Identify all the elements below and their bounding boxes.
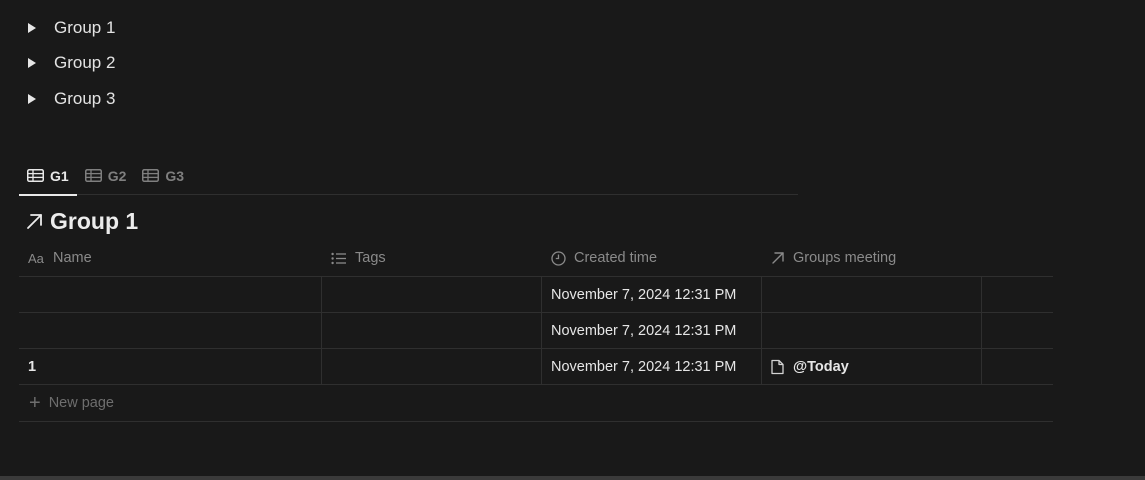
toggle-label: Group 3 xyxy=(54,88,116,108)
cell-created-time: November 7, 2024 12:31 PM xyxy=(542,277,762,312)
table-row[interactable]: November 7, 2024 12:31 PM xyxy=(19,313,1053,349)
new-page-button[interactable]: + New page xyxy=(19,385,1053,422)
cell-tags[interactable] xyxy=(322,313,542,348)
toggle-label: Group 2 xyxy=(54,53,116,73)
tab-g3[interactable]: G3 xyxy=(134,156,192,195)
cell-spacer xyxy=(982,277,1053,312)
arrow-up-right-icon xyxy=(772,252,784,264)
text-aa-icon: Aa xyxy=(28,252,45,264)
table-icon xyxy=(84,169,102,182)
cell-name[interactable] xyxy=(19,313,322,348)
arrow-up-right-icon xyxy=(27,214,42,229)
clock-icon xyxy=(551,250,566,266)
cell-groups-meeting[interactable]: @Today xyxy=(762,349,982,384)
tab-label: G1 xyxy=(50,167,69,184)
database-table: Aa Name Tags Created time Groups meeting… xyxy=(19,240,1053,422)
cell-groups-meeting[interactable] xyxy=(762,277,982,312)
table-icon xyxy=(27,169,44,182)
new-page-label: New page xyxy=(48,395,114,411)
triangle-right-icon[interactable] xyxy=(28,22,36,33)
cell-spacer xyxy=(982,313,1053,348)
cell-tags[interactable] xyxy=(322,349,542,384)
toggle-group-1[interactable]: Group 1 xyxy=(26,10,115,46)
tab-g1[interactable]: G1 xyxy=(19,156,77,196)
table-row[interactable]: 1 November 7, 2024 12:31 PM @Today xyxy=(19,349,1053,385)
column-header-groups-meeting[interactable]: Groups meeting xyxy=(762,240,982,276)
triangle-right-icon[interactable] xyxy=(28,58,36,69)
toggle-list: Group 1 Group 2 Group 3 xyxy=(26,10,115,117)
page-title: Group 1 xyxy=(50,208,139,234)
column-header-spacer xyxy=(982,240,1053,276)
toggle-group-2[interactable]: Group 2 xyxy=(26,46,115,82)
list-icon xyxy=(331,252,346,264)
page-icon xyxy=(771,359,784,374)
cell-name[interactable] xyxy=(19,277,322,312)
toggle-group-3[interactable]: Group 3 xyxy=(26,81,115,117)
table-icon xyxy=(142,169,160,182)
cell-created-time: November 7, 2024 12:31 PM xyxy=(542,349,762,384)
relation-label: @Today xyxy=(793,358,849,375)
tab-label: G3 xyxy=(165,167,185,184)
column-header-created-time[interactable]: Created time xyxy=(542,240,762,276)
triangle-right-icon[interactable] xyxy=(28,93,36,104)
cell-created-time: November 7, 2024 12:31 PM xyxy=(542,313,762,348)
tab-label: G2 xyxy=(107,167,127,184)
view-title[interactable]: Group 1 xyxy=(26,208,138,235)
cell-tags[interactable] xyxy=(322,277,542,312)
relation-link[interactable]: @Today xyxy=(771,359,849,375)
column-header-tags[interactable]: Tags xyxy=(322,240,542,276)
cell-name[interactable]: 1 xyxy=(19,349,322,384)
column-header-name[interactable]: Aa Name xyxy=(19,240,322,276)
view-tabs: G1 G2 G3 xyxy=(19,156,798,196)
table-row[interactable]: November 7, 2024 12:31 PM xyxy=(19,277,1053,313)
table-header: Aa Name Tags Created time Groups meeting xyxy=(19,240,1053,277)
horizontal-scrollbar[interactable] xyxy=(0,476,1145,480)
toggle-label: Group 1 xyxy=(54,17,116,37)
cell-groups-meeting[interactable] xyxy=(762,313,982,348)
tab-g2[interactable]: G2 xyxy=(77,156,135,195)
plus-icon: + xyxy=(29,392,41,414)
cell-spacer xyxy=(982,349,1053,384)
svg-text:Aa: Aa xyxy=(28,252,45,264)
